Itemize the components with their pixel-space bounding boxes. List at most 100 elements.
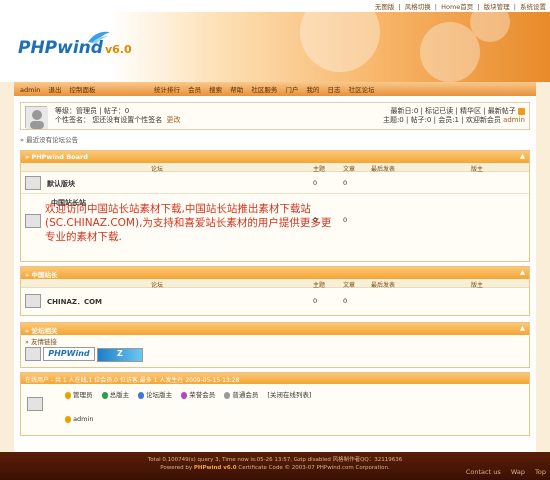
section-title: 论坛相关	[31, 327, 58, 335]
collapse-icon[interactable]: ▲	[520, 324, 525, 332]
role-legend: 管理员 总版主 论坛版主 荣誉会员 普通会员 [关闭在线列表]	[65, 389, 318, 399]
section-header[interactable]: » 论坛相关 ▲	[21, 323, 529, 335]
admin-role-icon	[65, 415, 71, 423]
nav-item[interactable]: 帮助	[230, 86, 243, 94]
nav-item[interactable]: 社区论坛	[349, 86, 375, 94]
online-avatar-icon	[27, 397, 43, 411]
home-link[interactable]: Home首页	[441, 3, 473, 11]
no-graphic-link[interactable]: 无图版	[375, 3, 395, 11]
collapse-icon[interactable]: ▲	[520, 268, 525, 276]
topic-count: 0	[313, 216, 318, 224]
forum-name[interactable]: 默认版块	[47, 179, 75, 189]
nav-item[interactable]: 日志	[328, 86, 341, 94]
forum-row: 默认版块 0 0	[21, 172, 529, 194]
online-user[interactable]: admin	[65, 415, 93, 423]
links-banners: PHPWind Z	[21, 345, 529, 364]
announcement-text[interactable]: 最近没有论坛公告	[26, 136, 78, 144]
section-title: 中国站长	[31, 271, 58, 279]
main-content: 等级：管理员 | 帖子：0 个性签名： 您还没有设置个性签名 更改 最新日:0 …	[14, 96, 536, 452]
top-links: 无图版 | 风格切换 | Home首页 | 版块管理 | 系统设置	[0, 0, 550, 12]
forum-icon	[25, 214, 41, 228]
links-subtitle-text: 友情链接	[31, 338, 58, 346]
new-member-link[interactable]: admin	[503, 116, 525, 124]
footer-copyright: Certificate Code © 2003-07 PHPwind.com C…	[238, 465, 390, 471]
forum-icon	[25, 176, 41, 190]
footer: Total 0.100749(s) query 3, Time now is:0…	[0, 452, 550, 480]
legend-admin: 管理员	[65, 391, 93, 399]
separator: |	[477, 3, 480, 11]
section-header[interactable]: » PHPwind Board ▲	[21, 151, 529, 163]
digest-link[interactable]: 精华区	[460, 107, 481, 115]
avatar-icon	[26, 107, 48, 129]
post-count: 0	[343, 297, 348, 305]
separator: |	[513, 3, 516, 11]
signature-edit-link[interactable]: 更改	[166, 116, 180, 124]
online-summary: 在线用户 - 共 1 人在线,1 位会员,0 位访客,最多 1 人发生在 200…	[25, 377, 240, 384]
nav-item[interactable]: 会员	[188, 86, 201, 94]
footer-links: Contact us Wap Top	[458, 468, 546, 476]
logo-brand: PHPwind	[18, 38, 103, 58]
nav-item[interactable]: 统计排行	[154, 86, 180, 94]
new-posts-link[interactable]: 最新帖子	[488, 107, 516, 115]
collapse-icon[interactable]: ▲	[520, 152, 525, 160]
online-section: 在线用户 - 共 1 人在线,1 位会员,0 位访客,最多 1 人发生在 200…	[20, 372, 530, 436]
control-panel-link[interactable]: 控制面板	[70, 86, 96, 94]
stats-line: 主题:0 | 帖子:0 | 会员:1 | 欢迎新会员	[382, 116, 501, 124]
legend-super-mod: 总版主	[101, 391, 129, 399]
nav-item[interactable]: 门户	[285, 86, 298, 94]
site-logo[interactable]: PHPwind v6.0	[18, 38, 132, 58]
powered-by: Powered by	[160, 465, 193, 471]
online-user-name[interactable]: admin	[73, 415, 93, 423]
avatar[interactable]	[25, 106, 48, 129]
user-info-box: 等级：管理员 | 帖子：0 个性签名： 您还没有设置个性签名 更改 最新日:0 …	[20, 102, 530, 130]
user-level-line: 等级：管理员 | 帖子：0	[55, 107, 130, 115]
nav-user[interactable]: admin	[20, 86, 40, 94]
nav-item[interactable]: 我的	[306, 86, 319, 94]
legend-mod: 论坛版主	[138, 391, 172, 399]
post-count: 0	[343, 216, 348, 224]
forum-section-2: » 中国站长 ▲ 论坛 主题 文章 最后发表 版主 CHINAZ．COM 0 0	[20, 266, 530, 316]
mark-read-link[interactable]: 标记已读	[425, 107, 453, 115]
system-settings-link[interactable]: 系统设置	[520, 3, 546, 11]
forum-manage-link[interactable]: 版块管理	[484, 3, 510, 11]
section-title: PHPwind Board	[31, 153, 88, 161]
header-banner: PHPwind v6.0	[0, 12, 550, 82]
signature-text: 个性签名： 您还没有设置个性签名	[55, 116, 163, 124]
contact-link[interactable]: Contact us	[466, 468, 501, 476]
user-info: 等级：管理员 | 帖子：0 个性签名： 您还没有设置个性签名 更改	[55, 107, 180, 125]
powered-brand[interactable]: PHPwind v6.0	[194, 465, 237, 471]
online-header[interactable]: 在线用户 - 共 1 人在线,1 位会员,0 位访客,最多 1 人发生在 200…	[21, 373, 529, 384]
rss-icon[interactable]	[518, 107, 525, 115]
today-posts: 最新日:0	[390, 107, 419, 115]
main-navbar: admin 退出 控制面板 统计排行 会员 搜索 帮助 社区服务 门户 我的 日…	[14, 82, 536, 96]
style-switch-link[interactable]: 风格切换	[405, 3, 431, 11]
announcement-bar: » 最近没有论坛公告	[20, 134, 530, 144]
partner-banner[interactable]: PHPWind	[43, 347, 95, 361]
watermark-text: 欢迎访问中国站长站素材下载,中国站长站推出素材下载站(SC.CHINAZ.COM…	[45, 203, 332, 243]
section-header[interactable]: » 中国站长 ▲	[21, 267, 529, 279]
signature-line: 个性签名： 您还没有设置个性签名 更改	[55, 116, 180, 125]
legend-member: 普通会员	[224, 391, 258, 399]
banner-avatar-icon[interactable]	[25, 347, 41, 361]
column-headers: 论坛 主题 文章 最后发表 版主	[21, 279, 529, 289]
nav-item[interactable]: 社区服务	[251, 86, 277, 94]
logo-version: v6.0	[104, 43, 132, 56]
decor-circle	[300, 12, 380, 72]
top-link[interactable]: Top	[535, 468, 546, 476]
forum-row: CHINAZ．COM 0 0	[21, 288, 529, 314]
decor-circle	[420, 22, 480, 82]
forum-icon	[25, 294, 41, 308]
announcement-icon: »	[20, 136, 24, 144]
logout-link[interactable]: 退出	[48, 86, 61, 94]
nav-items: 统计排行 会员 搜索 帮助 社区服务 门户 我的 日志 社区论坛	[154, 84, 381, 94]
partner-banner[interactable]: Z	[96, 348, 143, 362]
wap-link[interactable]: Wap	[511, 468, 525, 476]
close-online-list[interactable]: [关闭在线列表]	[267, 391, 311, 399]
nav-item[interactable]: 搜索	[209, 86, 222, 94]
separator: |	[434, 3, 437, 11]
forum-name[interactable]: CHINAZ．COM	[47, 297, 102, 307]
links-subtitle: » 友情链接	[25, 338, 58, 346]
forum-row: 中国站长站 欢迎访问中国站长站素材下载,中国站长站推出素材下载站(SC.CHIN…	[21, 194, 529, 250]
separator: |	[398, 3, 401, 11]
footer-stats: Total 0.100749(s) query 3, Time now is:0…	[147, 457, 403, 463]
